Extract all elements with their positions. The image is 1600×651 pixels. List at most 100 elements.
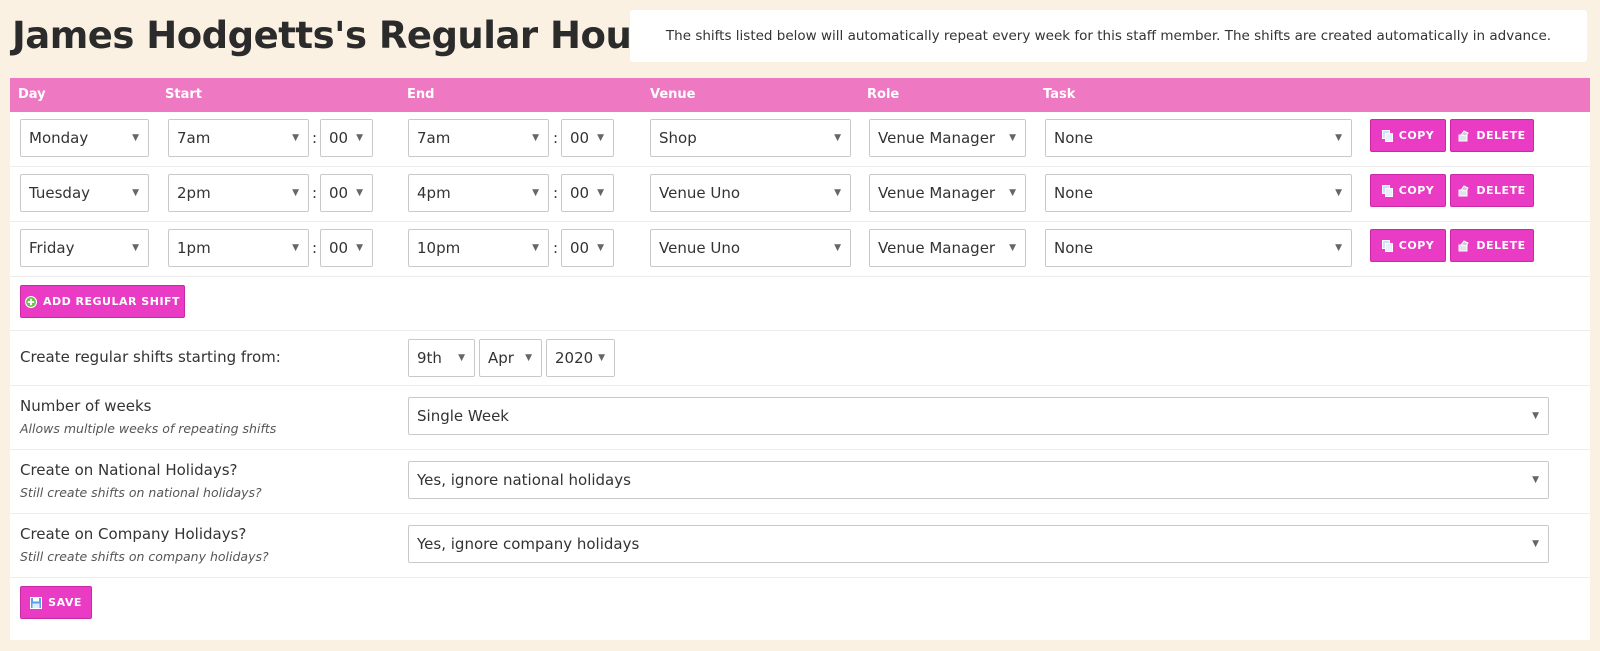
delete-button[interactable]: DELETE xyxy=(1450,174,1534,207)
row-divider xyxy=(10,385,1590,386)
copy-icon xyxy=(1381,129,1393,142)
venue-value: Venue Uno xyxy=(659,184,740,202)
table-header: Day Start End Venue Role Task xyxy=(10,78,1590,112)
delete-label: DELETE xyxy=(1476,239,1526,252)
start-minute-value: 00 xyxy=(329,184,349,202)
role-value: Venue Manager xyxy=(878,184,996,202)
start-year-value: 2020 xyxy=(555,349,594,367)
copy-button[interactable]: COPY xyxy=(1370,119,1446,152)
end-hour-select[interactable]: 10pm ▼ xyxy=(408,229,549,267)
task-select[interactable]: None ▼ xyxy=(1045,229,1352,267)
delete-icon xyxy=(1458,184,1470,197)
day-value: Monday xyxy=(29,129,89,147)
delete-label: DELETE xyxy=(1476,129,1526,142)
national-holidays-label: Create on National Holidays? xyxy=(20,461,238,479)
time-separator: : xyxy=(312,184,318,202)
copy-button[interactable]: COPY xyxy=(1370,174,1446,207)
copy-label: COPY xyxy=(1398,239,1435,252)
caret-down-icon: ▼ xyxy=(597,133,604,143)
national-holidays-hint: Still create shifts on national holidays… xyxy=(20,485,262,500)
caret-down-icon: ▼ xyxy=(1335,188,1342,198)
caret-down-icon: ▼ xyxy=(1335,133,1342,143)
header-day: Day xyxy=(18,87,46,102)
start-hour-value: 1pm xyxy=(177,239,211,257)
delete-button[interactable]: DELETE xyxy=(1450,229,1534,262)
day-select[interactable]: Monday ▼ xyxy=(20,119,149,157)
venue-select[interactable]: Venue Uno ▼ xyxy=(650,174,851,212)
time-separator: : xyxy=(312,129,318,147)
header-end: End xyxy=(407,87,435,102)
add-regular-shift-button[interactable]: ADD REGULAR SHIFT xyxy=(20,285,185,318)
caret-down-icon: ▼ xyxy=(532,243,539,253)
save-button[interactable]: SAVE xyxy=(20,586,92,619)
role-select[interactable]: Venue Manager ▼ xyxy=(869,229,1026,267)
weeks-label: Number of weeks xyxy=(20,397,152,415)
end-minute-value: 00 xyxy=(570,239,590,257)
end-hour-select[interactable]: 7am ▼ xyxy=(408,119,549,157)
company-holidays-select[interactable]: Yes, ignore company holidays ▼ xyxy=(408,525,1549,563)
start-month-value: Apr xyxy=(488,349,514,367)
start-minute-select[interactable]: 00 ▼ xyxy=(320,119,373,157)
time-separator: : xyxy=(553,239,559,257)
caret-down-icon: ▼ xyxy=(458,353,465,363)
weeks-select[interactable]: Single Week ▼ xyxy=(408,397,1549,435)
end-minute-value: 00 xyxy=(570,184,590,202)
venue-select[interactable]: Shop ▼ xyxy=(650,119,851,157)
start-minute-select[interactable]: 00 ▼ xyxy=(320,174,373,212)
copy-button[interactable]: COPY xyxy=(1370,229,1446,262)
day-select[interactable]: Friday ▼ xyxy=(20,229,149,267)
plus-circle-icon xyxy=(24,295,37,308)
start-minute-select[interactable]: 00 ▼ xyxy=(320,229,373,267)
start-month-select[interactable]: Apr ▼ xyxy=(479,339,542,377)
end-minute-select[interactable]: 00 ▼ xyxy=(561,174,614,212)
row-divider xyxy=(10,513,1590,514)
start-hour-select[interactable]: 2pm ▼ xyxy=(168,174,309,212)
start-hour-value: 2pm xyxy=(177,184,211,202)
caret-down-icon: ▼ xyxy=(1532,539,1539,549)
task-select[interactable]: None ▼ xyxy=(1045,174,1352,212)
venue-select[interactable]: Venue Uno ▼ xyxy=(650,229,851,267)
start-day-select[interactable]: 9th ▼ xyxy=(408,339,475,377)
caret-down-icon: ▼ xyxy=(356,188,363,198)
time-separator: : xyxy=(553,129,559,147)
caret-down-icon: ▼ xyxy=(532,188,539,198)
start-hour-value: 7am xyxy=(177,129,211,147)
caret-down-icon: ▼ xyxy=(1009,243,1016,253)
copy-label: COPY xyxy=(1398,184,1435,197)
delete-button[interactable]: DELETE xyxy=(1450,119,1534,152)
task-select[interactable]: None ▼ xyxy=(1045,119,1352,157)
caret-down-icon: ▼ xyxy=(1532,411,1539,421)
task-value: None xyxy=(1054,129,1094,147)
end-hour-select[interactable]: 4pm ▼ xyxy=(408,174,549,212)
end-minute-select[interactable]: 00 ▼ xyxy=(561,119,614,157)
caret-down-icon: ▼ xyxy=(292,188,299,198)
company-holidays-label: Create on Company Holidays? xyxy=(20,525,247,543)
role-value: Venue Manager xyxy=(878,129,996,147)
national-holidays-select[interactable]: Yes, ignore national holidays ▼ xyxy=(408,461,1549,499)
day-select[interactable]: Tuesday ▼ xyxy=(20,174,149,212)
day-value: Friday xyxy=(29,239,75,257)
company-holidays-hint: Still create shifts on company holidays? xyxy=(20,549,269,564)
row-divider xyxy=(10,276,1590,277)
start-from-label: Create regular shifts starting from: xyxy=(20,348,281,366)
caret-down-icon: ▼ xyxy=(1335,243,1342,253)
caret-down-icon: ▼ xyxy=(292,133,299,143)
start-year-select[interactable]: 2020 ▼ xyxy=(546,339,615,377)
end-minute-select[interactable]: 00 ▼ xyxy=(561,229,614,267)
role-select[interactable]: Venue Manager ▼ xyxy=(869,119,1026,157)
role-value: Venue Manager xyxy=(878,239,996,257)
end-hour-value: 4pm xyxy=(417,184,451,202)
company-holidays-value: Yes, ignore company holidays xyxy=(417,535,640,553)
caret-down-icon: ▼ xyxy=(834,188,841,198)
end-minute-value: 00 xyxy=(570,129,590,147)
role-select[interactable]: Venue Manager ▼ xyxy=(869,174,1026,212)
end-hour-value: 7am xyxy=(417,129,451,147)
start-hour-select[interactable]: 1pm ▼ xyxy=(168,229,309,267)
caret-down-icon: ▼ xyxy=(132,188,139,198)
start-hour-select[interactable]: 7am ▼ xyxy=(168,119,309,157)
caret-down-icon: ▼ xyxy=(1532,475,1539,485)
task-value: None xyxy=(1054,239,1094,257)
header-start: Start xyxy=(165,87,202,102)
delete-icon xyxy=(1458,239,1470,252)
header-role: Role xyxy=(867,87,900,102)
